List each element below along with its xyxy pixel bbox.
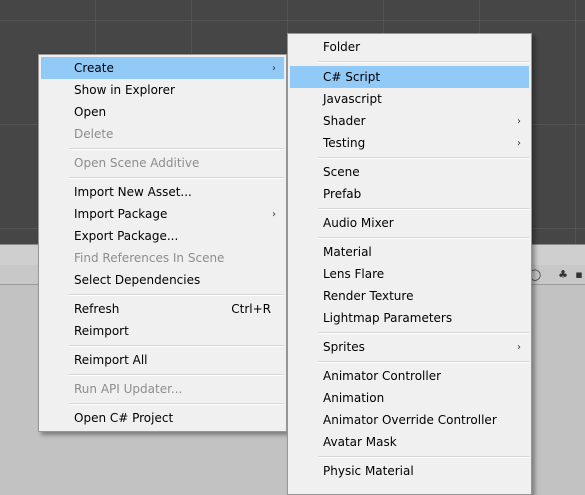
menu-item-label: Avatar Mask — [323, 435, 397, 449]
menu-item-shader[interactable]: Shader › — [290, 110, 529, 132]
menu-item-label: Sprites — [323, 340, 365, 354]
chevron-right-icon: › — [517, 341, 521, 353]
menu-item-label: Prefab — [323, 187, 362, 201]
menu-separator — [318, 456, 529, 458]
menu-item-label: Material — [323, 245, 372, 259]
menu-item-select-dependencies[interactable]: Select Dependencies — [41, 269, 284, 291]
menu-item-label: Javascript — [323, 92, 382, 106]
menu-item-import-new-asset[interactable]: Import New Asset... — [41, 181, 284, 203]
menu-separator — [318, 361, 529, 363]
options-icon[interactable]: ▪ — [571, 266, 585, 282]
menu-item-export-package[interactable]: Export Package... — [41, 225, 284, 247]
menu-separator — [318, 157, 529, 159]
chevron-right-icon: › — [272, 208, 276, 220]
menu-item-label: Testing — [323, 136, 366, 150]
menu-item-label: Import New Asset... — [74, 185, 192, 199]
menu-item-physic-material[interactable]: Physic Material — [290, 460, 529, 482]
menu-item-testing[interactable]: Testing › — [290, 132, 529, 154]
menu-item-label: Show in Explorer — [74, 83, 175, 97]
menu-item-javascript[interactable]: Javascript — [290, 88, 529, 110]
menu-item-label: C# Script — [323, 70, 381, 84]
menu-item-avatar-mask[interactable]: Avatar Mask — [290, 431, 529, 453]
menu-item-scene[interactable]: Scene — [290, 161, 529, 183]
menu-item-label: Shader — [323, 114, 366, 128]
menu-item-label: Open — [74, 105, 107, 119]
menu-item-delete[interactable]: Delete — [41, 123, 284, 145]
create-submenu: Folder C# Script Javascript Shader › Tes… — [287, 33, 532, 495]
menu-item-label: Audio Mixer — [323, 216, 394, 230]
menu-item-label: Physic Material — [323, 464, 414, 478]
menu-item-render-texture[interactable]: Render Texture — [290, 285, 529, 307]
menu-item-label: Export Package... — [74, 229, 179, 243]
menu-item-label: Delete — [74, 127, 114, 141]
menu-item-animator-override-controller[interactable]: Animator Override Controller — [290, 409, 529, 431]
filter-icon[interactable]: ♣ — [555, 266, 571, 282]
menu-item-create[interactable]: Create › — [41, 57, 284, 79]
chevron-right-icon: › — [517, 137, 521, 149]
menu-item-label: Animation — [323, 391, 385, 405]
menu-separator — [318, 332, 529, 334]
menu-item-refresh[interactable]: Refresh Ctrl+R — [41, 298, 284, 320]
menu-separator — [69, 177, 284, 179]
menu-item-label: Reimport — [74, 324, 129, 338]
menu-item-csharp-script[interactable]: C# Script — [290, 66, 529, 88]
menu-item-label: Render Texture — [323, 289, 414, 303]
menu-separator — [69, 374, 284, 376]
menu-item-label: Folder — [323, 40, 361, 54]
menu-separator — [69, 345, 284, 347]
menu-item-animation[interactable]: Animation — [290, 387, 529, 409]
menu-item-reimport-all[interactable]: Reimport All — [41, 349, 284, 371]
menu-separator — [69, 294, 284, 296]
menu-item-label: Animator Controller — [323, 369, 442, 383]
menu-item-label: Reimport All — [74, 353, 148, 367]
menu-item-folder[interactable]: Folder — [290, 36, 529, 58]
menu-item-material[interactable]: Material — [290, 241, 529, 263]
menu-separator — [318, 237, 529, 239]
menu-item-open-csharp-project[interactable]: Open C# Project — [41, 407, 284, 429]
menu-item-label: Lens Flare — [323, 267, 385, 281]
menu-item-sprites[interactable]: Sprites › — [290, 336, 529, 358]
menu-item-label: Open Scene Additive — [74, 156, 200, 170]
chevron-right-icon: › — [517, 115, 521, 127]
menu-separator — [318, 61, 529, 63]
menu-item-find-references[interactable]: Find References In Scene — [41, 247, 284, 269]
menu-item-open[interactable]: Open — [41, 101, 284, 123]
context-menu: Create › Show in Explorer Open Delete Op… — [38, 54, 287, 432]
menu-item-label: Find References In Scene — [74, 251, 225, 265]
menu-separator — [69, 148, 284, 150]
menu-item-label: Create — [74, 61, 114, 75]
chevron-right-icon: › — [272, 62, 276, 74]
menu-separator — [69, 403, 284, 405]
menu-item-open-scene-additive[interactable]: Open Scene Additive — [41, 152, 284, 174]
menu-item-audio-mixer[interactable]: Audio Mixer — [290, 212, 529, 234]
menu-item-prefab[interactable]: Prefab — [290, 183, 529, 205]
menu-item-label: Open C# Project — [74, 411, 174, 425]
shortcut-label: Ctrl+R — [231, 302, 271, 316]
menu-item-reimport[interactable]: Reimport — [41, 320, 284, 342]
menu-item-lightmap-parameters[interactable]: Lightmap Parameters — [290, 307, 529, 329]
menu-item-label: Select Dependencies — [74, 273, 201, 287]
menu-item-animator-controller[interactable]: Animator Controller — [290, 365, 529, 387]
menu-item-label: Lightmap Parameters — [323, 311, 453, 325]
menu-item-label: Import Package — [74, 207, 168, 221]
menu-item-label: Run API Updater... — [74, 382, 183, 396]
menu-item-import-package[interactable]: Import Package › — [41, 203, 284, 225]
menu-item-label: Animator Override Controller — [323, 413, 497, 427]
menu-item-label: Scene — [323, 165, 360, 179]
menu-item-show-in-explorer[interactable]: Show in Explorer — [41, 79, 284, 101]
menu-separator — [318, 208, 529, 210]
menu-item-run-api-updater[interactable]: Run API Updater... — [41, 378, 284, 400]
menu-item-lens-flare[interactable]: Lens Flare — [290, 263, 529, 285]
menu-item-label: Refresh — [74, 302, 120, 316]
